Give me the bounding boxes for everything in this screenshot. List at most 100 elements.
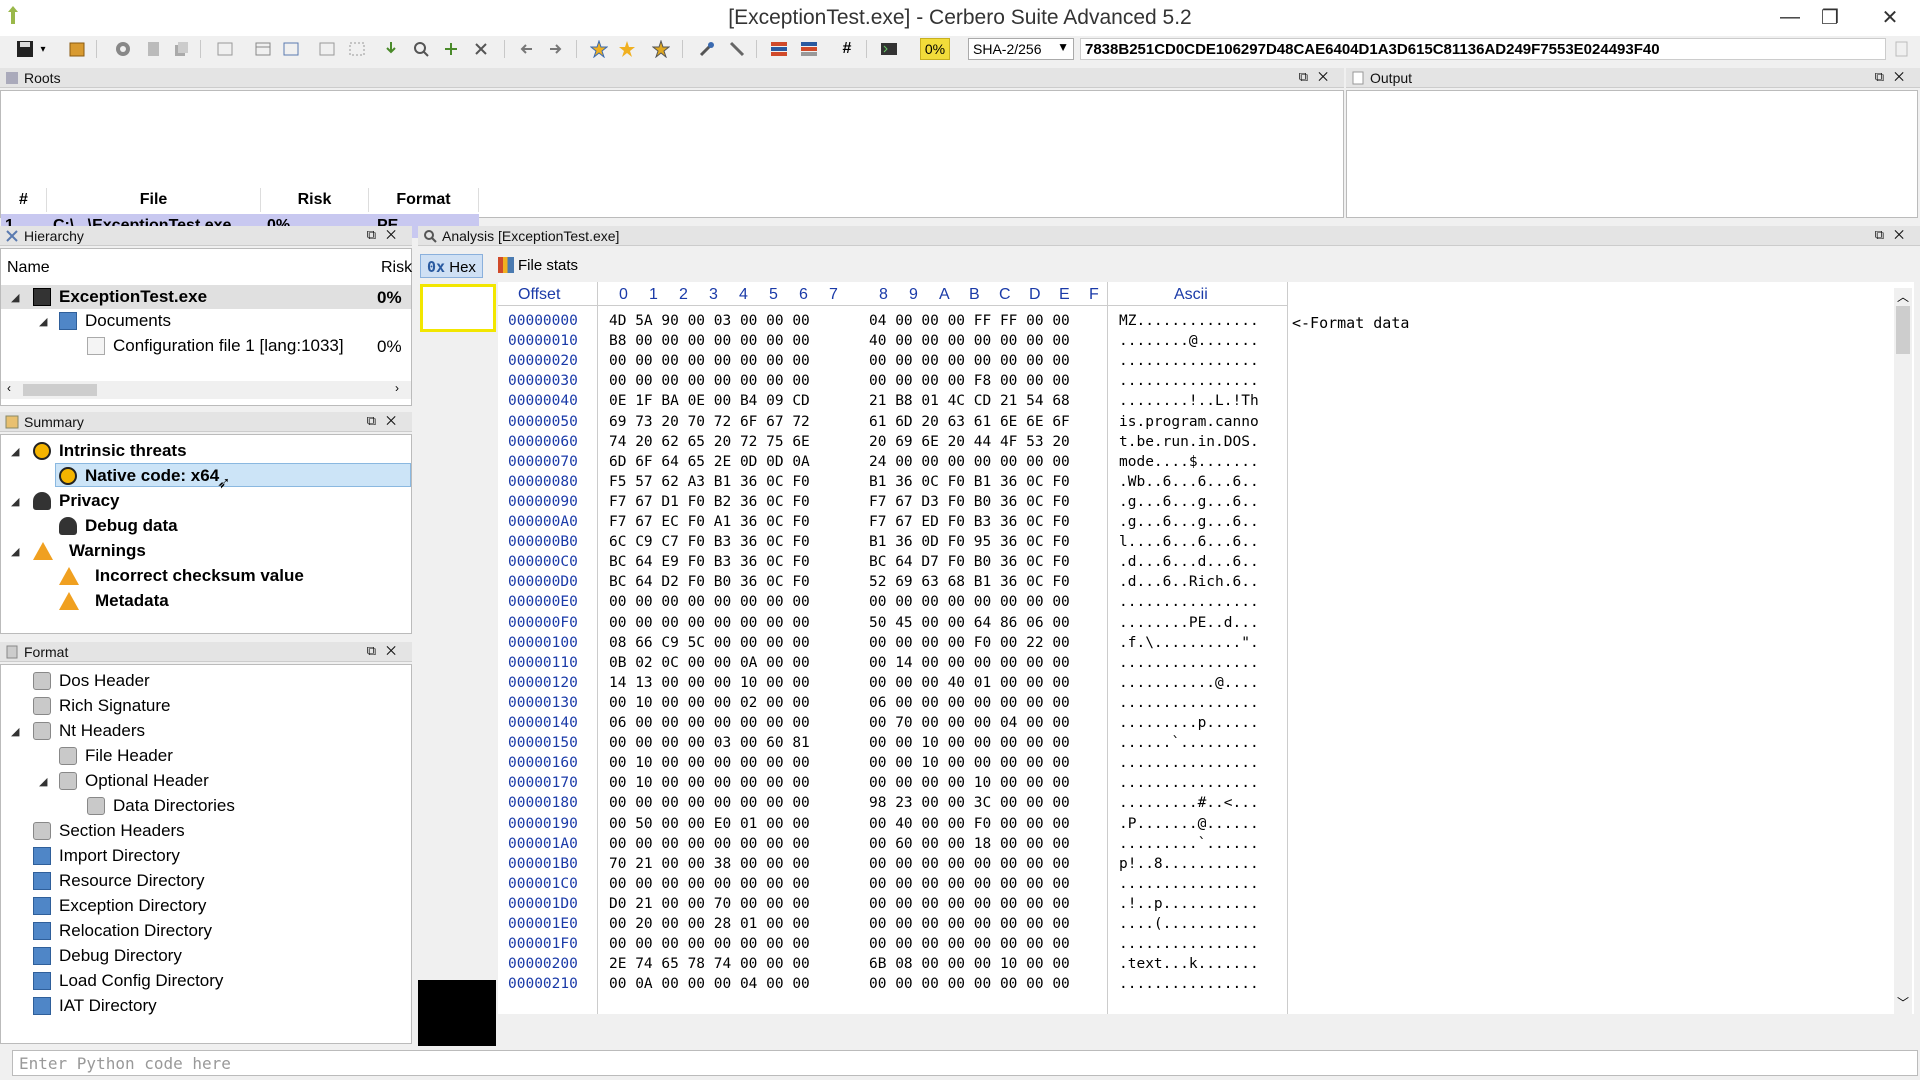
hex-row-offset[interactable]: 00000140 [508, 715, 578, 735]
hex-row-ascii[interactable]: MZ.............. [1119, 313, 1259, 333]
hex-row-ascii[interactable]: .d...6...d...6.. [1119, 554, 1259, 574]
summary-item-checksum[interactable]: Incorrect checksum value [59, 564, 304, 588]
format-item[interactable]: Exception Directory [33, 894, 206, 918]
hex-row-ascii[interactable]: ...........@.... [1119, 675, 1259, 695]
hex-row-bytes-high[interactable]: 00 70 00 00 00 04 00 00 [869, 715, 1070, 735]
hex-row-ascii[interactable]: ........PE..d... [1119, 615, 1259, 635]
hex-row-offset[interactable]: 000001C0 [508, 876, 578, 896]
hex-row-offset[interactable]: 00000110 [508, 655, 578, 675]
hex-minimap[interactable] [418, 282, 496, 1046]
hex-row-ascii[interactable]: ................ [1119, 775, 1259, 795]
window-refresh-icon[interactable] [280, 39, 302, 59]
format-item[interactable]: File Header [59, 744, 173, 768]
hash-algorithm-select[interactable]: SHA-2/256 ▼ [968, 38, 1074, 60]
hex-row-offset[interactable]: 00000040 [508, 393, 578, 413]
hex-row-ascii[interactable]: ................ [1119, 373, 1259, 393]
save-icon[interactable] [14, 39, 36, 59]
hex-vscrollbar[interactable]: ︿ ﹀ [1894, 288, 1912, 1014]
document-icon[interactable] [142, 39, 164, 59]
save-dropdown-icon[interactable]: ▾ [36, 39, 50, 59]
summary-item-privacy[interactable]: Privacy [33, 489, 120, 513]
hex-row-bytes-high[interactable]: 6B 08 00 00 00 10 00 00 [869, 956, 1070, 976]
panel-float-close-icons[interactable]: ⧉✕ [367, 227, 406, 243]
hex-row-offset[interactable]: 00000160 [508, 755, 578, 775]
hex-row-bytes-high[interactable]: 20 69 6E 20 44 4F 53 20 [869, 434, 1070, 454]
hex-row-offset[interactable]: 00000020 [508, 353, 578, 373]
hex-row-offset[interactable]: 00000170 [508, 775, 578, 795]
roots-col-num[interactable]: # [1, 188, 47, 212]
hex-row-offset[interactable]: 00000080 [508, 474, 578, 494]
hash-icon[interactable]: # [836, 39, 858, 59]
hex-row-ascii[interactable]: is.program.canno [1119, 414, 1259, 434]
hex-row-bytes-low[interactable]: 2E 74 65 78 74 00 00 00 [609, 956, 810, 976]
hex-row-bytes-low[interactable]: 00 00 00 00 00 00 00 00 [609, 594, 810, 614]
hex-row-bytes-low[interactable]: F7 67 EC F0 A1 36 0C F0 [609, 514, 810, 534]
hex-row-bytes-high[interactable]: BC 64 D7 F0 B0 36 0C F0 [869, 554, 1070, 574]
format-item[interactable]: Dos Header [33, 669, 150, 693]
close-window-button[interactable]: ✕ [1864, 0, 1916, 34]
hex-row-bytes-low[interactable]: 70 21 00 00 38 00 00 00 [609, 856, 810, 876]
hex-row-bytes-high[interactable]: 00 00 00 00 00 00 00 00 [869, 976, 1070, 996]
format-item[interactable]: Debug Directory [33, 944, 182, 968]
roots-col-file[interactable]: File [47, 188, 261, 212]
hex-row-ascii[interactable]: ........@....... [1119, 333, 1259, 353]
add-item-icon[interactable] [440, 39, 462, 59]
hex-row-bytes-high[interactable]: 00 00 00 00 00 00 00 00 [869, 876, 1070, 896]
hex-row-bytes-low[interactable]: 0E 1F BA 0E 00 B4 09 CD [609, 393, 810, 413]
hex-row-ascii[interactable]: .........p...... [1119, 715, 1259, 735]
frame-icon[interactable] [316, 39, 338, 59]
hex-row-offset[interactable]: 00000200 [508, 956, 578, 976]
hex-row-bytes-low[interactable]: 06 00 00 00 00 00 00 00 [609, 715, 810, 735]
hex-row-ascii[interactable]: ................ [1119, 655, 1259, 675]
hex-row-bytes-low[interactable]: 00 00 00 00 00 00 00 00 [609, 936, 810, 956]
roots-col-format[interactable]: Format [369, 188, 479, 212]
wrench-icon[interactable] [726, 39, 748, 59]
hex-row-ascii[interactable]: p!..8........... [1119, 856, 1259, 876]
hex-row-bytes-low[interactable]: 69 73 20 70 72 6F 67 72 [609, 414, 810, 434]
back-arrow-icon[interactable] [516, 39, 538, 59]
hex-row-ascii[interactable]: ................ [1119, 755, 1259, 775]
hex-row-ascii[interactable]: .Wb..6...6...6.. [1119, 474, 1259, 494]
hex-row-ascii[interactable]: ................ [1119, 594, 1259, 614]
panel-float-close-icons[interactable]: ⧉✕ [367, 643, 406, 659]
hex-row-bytes-high[interactable]: 98 23 00 00 3C 00 00 00 [869, 795, 1070, 815]
hex-row-bytes-high[interactable]: 24 00 00 00 00 00 00 00 [869, 454, 1070, 474]
hex-row-offset[interactable]: 000001E0 [508, 916, 578, 936]
open-icon[interactable] [66, 39, 88, 59]
hex-row-offset[interactable]: 00000030 [508, 373, 578, 393]
hex-row-ascii[interactable]: .........`...... [1119, 836, 1259, 856]
expand-arrow-icon[interactable]: ◢ [11, 445, 19, 458]
hex-row-offset[interactable]: 00000210 [508, 976, 578, 996]
hex-row-offset[interactable]: 00000000 [508, 313, 578, 333]
hex-row-bytes-high[interactable]: B1 36 0D F0 95 36 0C F0 [869, 534, 1070, 554]
hex-row-ascii[interactable]: ................ [1119, 695, 1259, 715]
scroll-thumb[interactable] [1896, 306, 1910, 354]
hex-row-bytes-low[interactable]: 4D 5A 90 00 03 00 00 00 [609, 313, 810, 333]
summary-item-metadata[interactable]: Metadata [59, 589, 169, 613]
hex-row-bytes-low[interactable]: 00 10 00 00 00 00 00 00 [609, 775, 810, 795]
hex-row-bytes-high[interactable]: 00 00 00 00 00 00 00 00 [869, 594, 1070, 614]
hierarchy-item-config[interactable]: Configuration file 1 [lang:1033] [87, 334, 344, 358]
hex-row-offset[interactable]: 000000D0 [508, 574, 578, 594]
hex-row-bytes-low[interactable]: 00 50 00 00 E0 01 00 00 [609, 816, 810, 836]
hex-row-bytes-low[interactable]: 6C C9 C7 F0 B3 36 0C F0 [609, 534, 810, 554]
hex-row-bytes-low[interactable]: B8 00 00 00 00 00 00 00 [609, 333, 810, 353]
hex-row-bytes-high[interactable]: 52 69 63 68 B1 36 0C F0 [869, 574, 1070, 594]
hex-row-offset[interactable]: 00000010 [508, 333, 578, 353]
format-item[interactable]: Data Directories [87, 794, 235, 818]
scroll-thumb[interactable] [23, 384, 97, 396]
format-item[interactable]: Load Config Directory [33, 969, 223, 993]
hex-row-ascii[interactable]: mode....$....... [1119, 454, 1259, 474]
layout-icon[interactable] [768, 39, 790, 59]
star-edit-icon[interactable] [650, 39, 672, 59]
summary-item-warnings[interactable]: Warnings [33, 539, 146, 563]
hex-row-offset[interactable]: 00000090 [508, 494, 578, 514]
scroll-right-icon[interactable]: › [395, 381, 399, 395]
hex-row-bytes-low[interactable]: BC 64 D2 F0 B0 36 0C F0 [609, 574, 810, 594]
expand-arrow-icon[interactable]: ◢ [11, 291, 19, 304]
hex-row-bytes-high[interactable]: 00 00 00 00 00 00 00 00 [869, 896, 1070, 916]
format-item[interactable]: Relocation Directory [33, 919, 212, 943]
format-item[interactable]: Resource Directory [33, 869, 205, 893]
hex-row-ascii[interactable]: .P.......@...... [1119, 816, 1259, 836]
hex-row-offset[interactable]: 000000B0 [508, 534, 578, 554]
